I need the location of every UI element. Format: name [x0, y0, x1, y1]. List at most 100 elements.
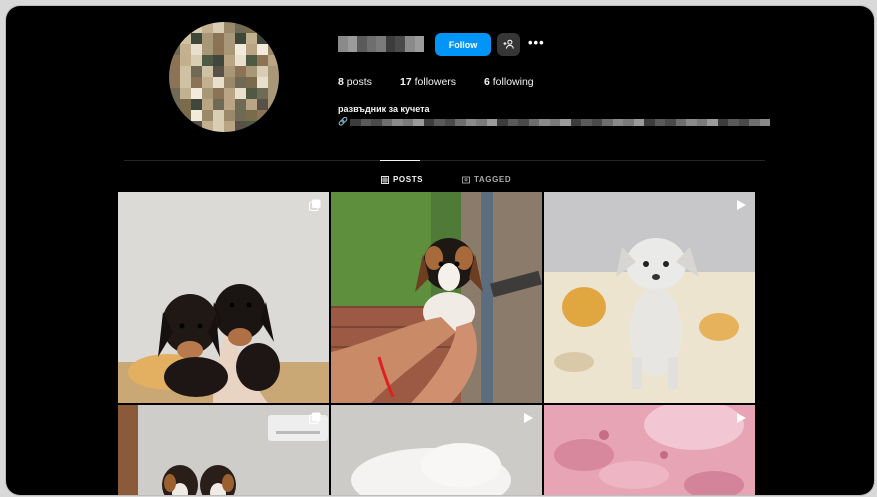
- link-blur-block: [360, 119, 371, 126]
- avatar-pixel: [257, 77, 268, 88]
- avatar-pixel: [180, 55, 191, 66]
- following-stat[interactable]: 6 following: [484, 76, 534, 88]
- post-tile-1[interactable]: [118, 192, 329, 403]
- link-blur-block: [570, 119, 581, 126]
- more-options-button[interactable]: •••: [528, 36, 546, 51]
- link-blur-block: [486, 119, 497, 126]
- link-blur-block: [675, 119, 686, 126]
- link-blur-block: [612, 119, 623, 126]
- post-image: [331, 405, 542, 495]
- following-label: following: [492, 76, 534, 88]
- avatar-pixel: [169, 44, 180, 55]
- avatar-pixel: [246, 22, 257, 33]
- avatar-pixel: [257, 66, 268, 77]
- add-person-icon: [503, 39, 514, 49]
- avatar-pixel: [257, 110, 268, 121]
- avatar-pixel: [180, 121, 191, 132]
- avatar-pixel: [213, 99, 224, 110]
- link-blur-block: [413, 119, 424, 126]
- avatar-pixel: [268, 121, 279, 132]
- link-blur-block: [423, 119, 434, 126]
- reel-icon: [524, 413, 533, 423]
- avatar-pixel: [202, 22, 213, 33]
- avatar-pixel: [191, 44, 202, 55]
- post-tile-3[interactable]: [544, 192, 755, 403]
- followers-count: 17: [400, 76, 412, 88]
- link-blur-block: [717, 119, 728, 126]
- username-redacted: [338, 36, 425, 52]
- avatar-pixel: [213, 33, 224, 44]
- posts-count-stat: 8 posts: [338, 76, 372, 88]
- follow-button[interactable]: Follow: [435, 33, 491, 56]
- post-tile-4[interactable]: [118, 405, 329, 495]
- link-blur-block: [455, 119, 466, 126]
- avatar-pixel: [169, 121, 180, 132]
- post-image: [544, 405, 755, 495]
- followers-label: followers: [414, 76, 457, 88]
- avatar[interactable]: [169, 22, 279, 132]
- username-blur-block: [385, 36, 396, 52]
- avatar-pixel: [202, 33, 213, 44]
- tab-posts[interactable]: POSTS: [381, 175, 423, 184]
- avatar-pixel: [224, 99, 235, 110]
- avatar-pixel: [268, 110, 279, 121]
- post-tile-6[interactable]: [544, 405, 755, 495]
- link-blur-block: [707, 119, 718, 126]
- post-tile-2[interactable]: [331, 192, 542, 403]
- avatar-pixel: [202, 44, 213, 55]
- avatar-pixel: [180, 66, 191, 77]
- link-blur-block: [507, 119, 518, 126]
- avatar-pixel: [180, 33, 191, 44]
- carousel-icon: [309, 199, 321, 211]
- post-image: [118, 405, 329, 495]
- bio-link-redacted: [350, 119, 770, 126]
- link-blur-block: [476, 119, 487, 126]
- link-blur-block: [518, 119, 529, 126]
- avatar-pixel: [257, 121, 268, 132]
- suggested-accounts-button[interactable]: [497, 33, 520, 56]
- avatar-pixel: [213, 110, 224, 121]
- avatar-pixel: [268, 66, 279, 77]
- link-blur-block: [392, 119, 403, 126]
- username-blur-block: [357, 36, 367, 52]
- bio-link[interactable]: 🔗: [338, 117, 770, 127]
- link-blur-block: [602, 119, 613, 126]
- avatar-pixel: [169, 99, 180, 110]
- post-image: [118, 192, 329, 403]
- avatar-pixel: [169, 66, 180, 77]
- link-blur-block: [465, 119, 476, 126]
- link-blur-block: [444, 119, 455, 126]
- link-blur-block: [633, 119, 644, 126]
- avatar-pixel: [268, 88, 279, 99]
- following-count: 6: [484, 76, 490, 88]
- tab-tagged[interactable]: TAGGED: [462, 175, 511, 184]
- post-tile-5[interactable]: [331, 405, 542, 495]
- avatar-pixel: [224, 88, 235, 99]
- avatar-pixel: [202, 99, 213, 110]
- avatar-pixel: [224, 121, 235, 132]
- avatar-pixel: [213, 77, 224, 88]
- link-blur-block: [696, 119, 707, 126]
- avatar-pixel: [224, 44, 235, 55]
- avatar-pixel: [268, 33, 279, 44]
- post-image: [331, 192, 542, 403]
- link-blur-block: [759, 119, 770, 126]
- tab-tagged-label: TAGGED: [474, 175, 512, 184]
- avatar-pixel: [257, 55, 268, 66]
- avatar-pixel: [202, 121, 213, 132]
- avatar-pixel: [235, 77, 246, 88]
- active-tab-indicator: [380, 160, 420, 161]
- avatar-pixel: [202, 55, 213, 66]
- avatar-pixel: [191, 77, 202, 88]
- avatar-pixel: [191, 22, 202, 33]
- followers-stat[interactable]: 17 followers: [400, 76, 456, 88]
- carousel-icon: [309, 412, 321, 424]
- avatar-pixel: [246, 110, 257, 121]
- avatar-pixel: [268, 99, 279, 110]
- link-blur-block: [749, 119, 760, 126]
- avatar-pixel: [169, 77, 180, 88]
- avatar-pixel: [246, 99, 257, 110]
- link-blur-block: [738, 119, 749, 126]
- avatar-pixel: [213, 121, 224, 132]
- avatar-pixel: [169, 88, 180, 99]
